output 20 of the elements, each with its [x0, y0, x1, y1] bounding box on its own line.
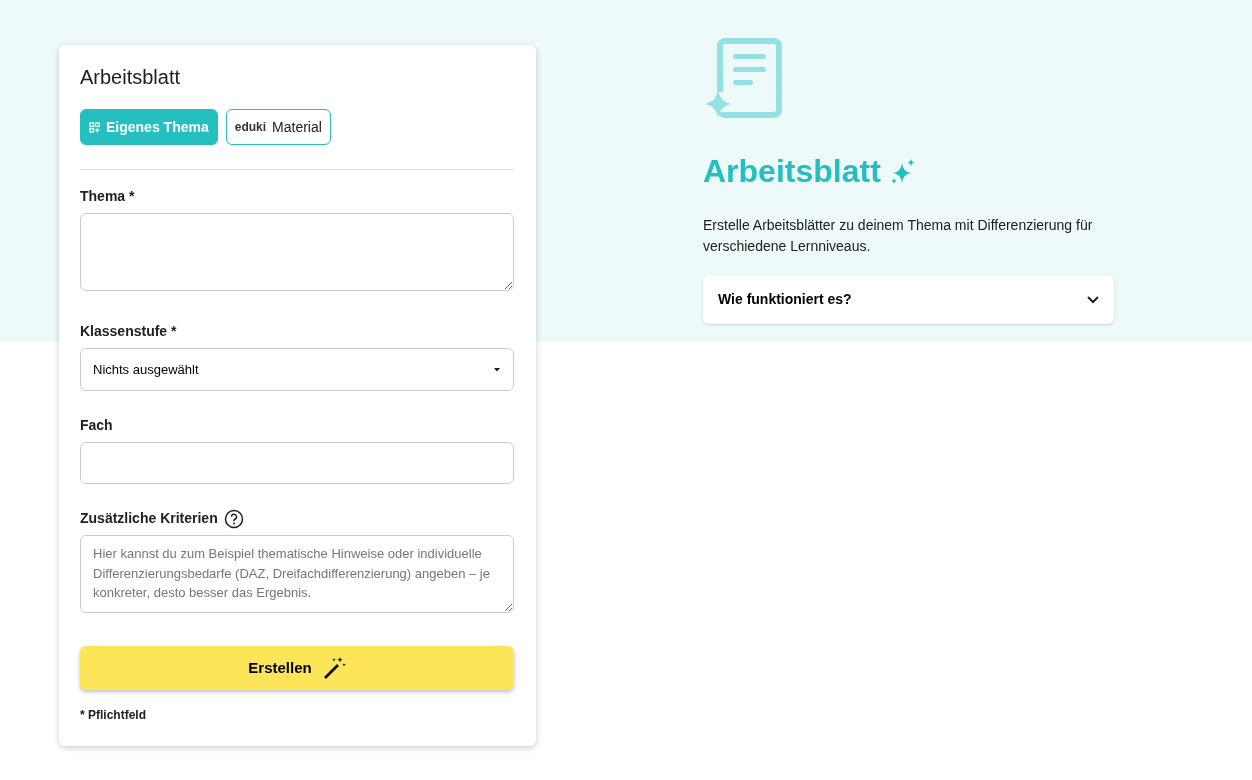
- help-icon[interactable]: [223, 508, 244, 529]
- accordion-toggle[interactable]: Wie funktioniert es?: [703, 275, 1114, 324]
- field-label: Klassenstufe *: [80, 322, 177, 341]
- mode-tab[interactable]: eduki Material: [225, 109, 331, 145]
- tool-title: Arbeitsblatt: [703, 152, 881, 191]
- create-button[interactable]: Erstellen: [80, 646, 514, 690]
- caret-icon: [493, 367, 501, 372]
- form-title: Arbeitsblatt: [80, 65, 182, 89]
- text-area[interactable]: [80, 213, 514, 291]
- tool-description: Erstelle Arbeitsblätter zu deinem Thema mit Differenzierung für verschiedene Lernniveaus.: [703, 216, 1094, 256]
- required-note: * Pflichtfeld: [80, 707, 147, 724]
- chevron-icon: [1087, 295, 1099, 304]
- field-label: Zusätzliche Kriterien: [80, 509, 218, 528]
- brand-logo: eduki: [234, 119, 267, 136]
- grid-plus-icon: [89, 121, 100, 133]
- field-label: Fach: [80, 416, 113, 435]
- field-label: Thema *: [80, 187, 135, 206]
- text-input[interactable]: [80, 442, 514, 484]
- dropdown-select[interactable]: Nichts ausgewählt: [80, 348, 514, 391]
- text-area[interactable]: Hier kannst du zum Beispiel thematische Hinweise oder individuelle Differenzierungsbedarfe (DAZ, Dreifachdifferenzierung) angeben – je konkreter, desto besser das Ergebnis.: [80, 535, 514, 613]
